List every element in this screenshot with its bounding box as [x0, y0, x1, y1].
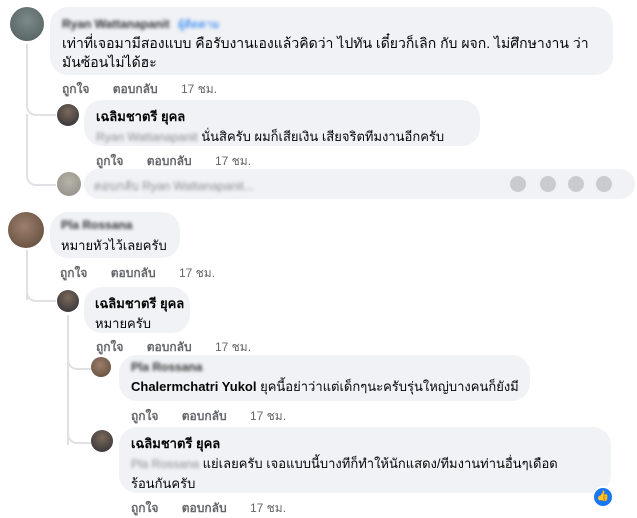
avatar — [57, 172, 81, 196]
comment-author[interactable]: Pla Rossana — [61, 218, 169, 232]
mention-link[interactable]: Ryan Wattanapanit — [96, 130, 198, 144]
thread-elbow — [67, 420, 91, 444]
avatar[interactable] — [91, 430, 113, 452]
avatar[interactable] — [57, 290, 79, 312]
thread-elbow — [26, 278, 56, 302]
timestamp[interactable]: 17 ชม. — [215, 340, 251, 354]
timestamp[interactable]: 17 ชม. — [250, 501, 286, 515]
comment-bubble: Pla Rossana หมายหัวไว้เลยครับ — [50, 212, 180, 258]
reply-author[interactable]: เฉลิมชาตรี ยุคล — [96, 106, 468, 127]
thread-elbow — [26, 160, 56, 186]
mention-link[interactable]: Pla Rossana — [131, 457, 199, 471]
avatar[interactable] — [57, 104, 79, 126]
avatar[interactable] — [10, 7, 44, 41]
comment-text: หมายหัวไว้เลยครับ — [61, 238, 167, 253]
reply-text: ยุคนี้อย่าว่าแต่เด็กๆนะครับรุ่นใหญ่บางคน… — [260, 379, 519, 394]
like-link[interactable]: ถูกใจ — [60, 266, 87, 280]
comment-author[interactable]: Ryan Wattanapanit ผู้ติดตาม — [62, 15, 601, 31]
like-reaction-icon[interactable]: 👍 — [592, 486, 614, 508]
timestamp[interactable]: 17 ชม. — [179, 266, 215, 280]
like-link[interactable]: ถูกใจ — [96, 340, 123, 354]
reply-link[interactable]: ตอบกลับ — [147, 154, 192, 168]
reply-bubble: เฉลิมชาตรี ยุคล Pla Rossana แย่เลยครับ เ… — [119, 427, 611, 493]
reply-actions: ถูกใจ ตอบกลับ 17 ชม. — [131, 407, 306, 426]
like-link[interactable]: ถูกใจ — [131, 409, 158, 423]
comment-text: เท่าที่เจอมามีสองแบบ คือรับงานเองแล้วคิด… — [62, 35, 589, 70]
reply-link[interactable]: ตอบกลับ — [147, 340, 192, 354]
reply-link[interactable]: ตอบกลับ — [113, 82, 158, 96]
reply-input[interactable]: ตอบกลับ Ryan Wattanapanit... — [84, 169, 635, 199]
thread-elbow — [67, 350, 91, 370]
reply-link[interactable]: ตอบกลับ — [111, 266, 156, 280]
author-tag: ผู้ติดตาม — [178, 19, 220, 31]
reply-text: แย่เลยครับ เจอแบบนี้บางทีก็ทำให้นักแสดง/… — [202, 456, 558, 471]
comment-actions: ถูกใจ ตอบกลับ 17 ชม. — [60, 264, 235, 283]
like-link[interactable]: ถูกใจ — [96, 154, 123, 168]
reply-author[interactable]: เฉลิมชาตรี ยุคล — [95, 293, 184, 314]
reply-bubble: เฉลิมชาตรี ยุคล หมายครับ — [84, 287, 190, 333]
thread-elbow — [26, 90, 56, 116]
comment-actions: ถูกใจ ตอบกลับ 17 ชม. — [62, 80, 237, 99]
reply-bubble: Pla Rossana Chalermchatri Yukol ยุคนี้อย… — [119, 355, 530, 401]
avatar[interactable] — [8, 212, 44, 248]
reply-author[interactable]: เฉลิมชาตรี ยุคล — [131, 433, 599, 454]
reply-text: หมายครับ — [95, 316, 151, 331]
avatar[interactable] — [91, 357, 111, 377]
sticker-icon[interactable] — [596, 176, 612, 192]
camera-icon[interactable] — [540, 176, 556, 192]
reply-input-placeholder: ตอบกลับ Ryan Wattanapanit... — [94, 179, 254, 193]
timestamp[interactable]: 17 ชม. — [215, 154, 251, 168]
reply-text: นั่นสิครับ ผมก็เสียเงิน เสียจริตทีมงานอี… — [201, 129, 445, 144]
reply-author[interactable]: Pla Rossana — [131, 360, 518, 374]
reply-link[interactable]: ตอบกลับ — [182, 501, 227, 515]
reply-text-line2: ร้อนกันครับ — [131, 476, 196, 491]
reply-actions: ถูกใจ ตอบกลับ 17 ชม. — [131, 499, 306, 518]
comment-bubble: Ryan Wattanapanit ผู้ติดตาม เท่าที่เจอมา… — [50, 7, 613, 75]
like-link[interactable]: ถูกใจ — [131, 501, 158, 515]
mention-link[interactable]: Chalermchatri Yukol — [131, 379, 256, 394]
timestamp[interactable]: 17 ชม. — [181, 82, 217, 96]
emoji-icon[interactable] — [510, 176, 526, 192]
timestamp[interactable]: 17 ชม. — [250, 409, 286, 423]
reply-bubble: เฉลิมชาตรี ยุคล Ryan Wattanapanit นั่นสิ… — [84, 100, 480, 146]
like-link[interactable]: ถูกใจ — [62, 82, 89, 96]
reply-link[interactable]: ตอบกลับ — [182, 409, 227, 423]
gif-icon[interactable] — [568, 176, 584, 192]
